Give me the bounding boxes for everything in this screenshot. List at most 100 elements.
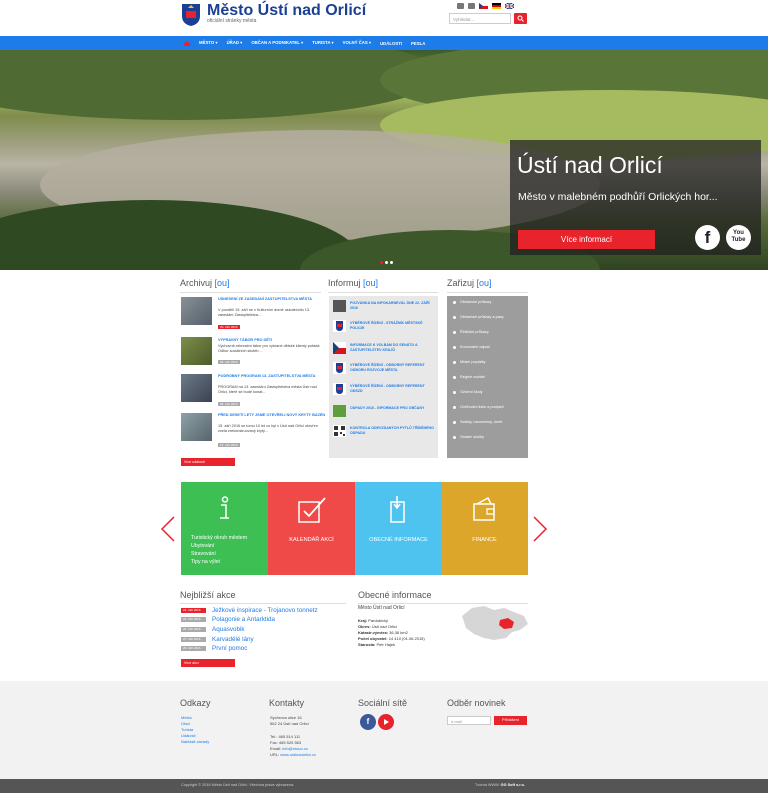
inform-item-text[interactable]: Kontrola odevzdaných PyTlů tříděného odp… bbox=[350, 426, 436, 436]
zariz-item-label[interactable]: Registr vozidel bbox=[460, 375, 485, 379]
inform-item[interactable]: Výběrové řízení - odborný referent ODSZD bbox=[333, 383, 435, 398]
archive-item[interactable]: USNESENÍ ZE ZASEDÁNÍ ZASTUPITELSTVA MĚST… bbox=[181, 297, 331, 329]
event-item[interactable]: 27. září 2016 Karvadělé lány bbox=[181, 636, 254, 643]
inform-item[interactable]: Kontrola odevzdaných PyTlů tříděného odp… bbox=[333, 425, 435, 440]
tourist-link[interactable]: Ubytování bbox=[191, 542, 247, 550]
zariz-item[interactable]: Občanské průkazy bbox=[453, 300, 491, 304]
tile-tourist[interactable]: Turistický okruh městem Ubytování Stravo… bbox=[181, 482, 268, 575]
email-link[interactable]: info@muuo.cz bbox=[282, 746, 308, 751]
checkbox-icon bbox=[298, 497, 326, 523]
contact-address: Sychrova ulice 16 bbox=[270, 715, 302, 720]
zariz-item[interactable]: Svatby, narozeniny, úmrtí bbox=[453, 420, 503, 424]
inform-item[interactable]: Výběrové řízení - odborný referent odbor… bbox=[333, 362, 435, 377]
nav-item-mesto[interactable]: Město ▾ bbox=[199, 40, 218, 46]
inform-item[interactable]: Informace k volbám do senátu a zastupite… bbox=[333, 342, 435, 357]
archive-item[interactable]: PŘED DESETI LETY JSME OTEVŘELI NOVÝ KRYT… bbox=[181, 413, 331, 447]
event-name[interactable]: První pomoc bbox=[212, 645, 247, 652]
archive-item[interactable]: PODROBNÝ PROGRAM 13. ZASTUPITELSTVA MĚST… bbox=[181, 374, 331, 406]
nav-item-obcan[interactable]: Občan a podnikatel ▾ bbox=[251, 40, 303, 46]
zariz-item[interactable]: Ostatní služby bbox=[453, 435, 484, 439]
youtube-icon[interactable] bbox=[378, 714, 394, 730]
zariz-item-label[interactable]: Oživení školy bbox=[460, 390, 483, 394]
chevron-right-icon[interactable] bbox=[532, 516, 548, 542]
inform-item-text[interactable]: Odpady 2016 - informace pro občany bbox=[350, 406, 436, 411]
tile-finance[interactable]: Finance bbox=[441, 482, 528, 575]
inform-item-text[interactable]: Pozvánka na infokarnevál dne 22. září 20… bbox=[350, 301, 436, 311]
zariz-item[interactable]: Komunální odpad bbox=[453, 345, 490, 349]
youtube-icon[interactable] bbox=[468, 3, 475, 9]
inform-item[interactable]: Výběrové řízení - strážník městské polic… bbox=[333, 320, 435, 335]
footer-link[interactable]: Úřad bbox=[181, 721, 190, 726]
zariz-item-label[interactable]: Ostatní služby bbox=[460, 435, 484, 439]
slider-dot[interactable] bbox=[390, 261, 393, 264]
zariz-item[interactable]: Místní poplatky bbox=[453, 360, 486, 364]
czech-flag-icon[interactable] bbox=[479, 3, 488, 9]
inform-item-text[interactable]: Výběrové řízení - odborný referent odbor… bbox=[350, 363, 436, 373]
newsletter-subscribe-button[interactable]: Přihlášení bbox=[494, 716, 527, 725]
tourist-link[interactable]: Stravování bbox=[191, 550, 247, 558]
uk-flag-icon[interactable] bbox=[505, 3, 514, 9]
archive-item-title[interactable]: PŘED DESETI LETY JSME OTEVŘELI NOVÝ KRYT… bbox=[218, 413, 326, 418]
footer-link[interactable]: Události bbox=[181, 733, 195, 738]
nav-item-turista[interactable]: Turista ▾ bbox=[312, 40, 334, 46]
creator-link[interactable]: GG Soft s.r.o. bbox=[501, 783, 525, 787]
inform-item-text[interactable]: Výběrové řízení - strážník městské polic… bbox=[350, 321, 436, 331]
zariz-item-label[interactable]: Řidičské průkazy bbox=[460, 330, 489, 334]
archive-item-title[interactable]: VÝPRAVNÝ TÁBOR PRO DĚTI bbox=[218, 338, 326, 343]
archive-item-title[interactable]: PODROBNÝ PROGRAM 13. ZASTUPITELSTVA MĚST… bbox=[218, 374, 326, 379]
search-button[interactable] bbox=[514, 13, 527, 24]
event-item[interactable]: 22. září 2016 Ježkové inspirace - Trojan… bbox=[181, 607, 318, 614]
tourist-link[interactable]: Turistický okruh městem bbox=[191, 534, 247, 542]
nav-item-volny-cas[interactable]: Volný čas ▾ bbox=[343, 40, 371, 46]
event-item[interactable]: 29. září 2016 První pomoc bbox=[181, 645, 247, 652]
footer-link[interactable]: Nahlásit závady bbox=[181, 739, 209, 744]
facebook-round-icon[interactable]: f bbox=[695, 225, 720, 250]
event-item[interactable]: 26. září 2016 Aquasvobik bbox=[181, 626, 245, 633]
german-flag-icon[interactable] bbox=[492, 3, 501, 9]
youtube-round-icon[interactable]: You Tube bbox=[726, 225, 751, 250]
zariz-item-label[interactable]: Místní poplatky bbox=[460, 360, 486, 364]
zariz-item-label[interactable]: Svatby, narozeniny, úmrtí bbox=[460, 420, 503, 424]
event-item[interactable]: 23. září 2016 Polagonie a Antarktida bbox=[181, 616, 275, 623]
inform-item[interactable]: Odpady 2016 - informace pro občany bbox=[333, 405, 435, 420]
archive-item-title[interactable]: USNESENÍ ZE ZASEDÁNÍ ZASTUPITELSTVA MĚST… bbox=[218, 297, 326, 302]
tile-calendar[interactable]: Kalendář akcí bbox=[268, 482, 355, 575]
url-link[interactable]: www.ustinadorlici.cz bbox=[280, 752, 316, 757]
more-actions-button[interactable]: Více akcí bbox=[181, 659, 235, 667]
newsletter-email-input[interactable]: e-mail bbox=[447, 716, 491, 725]
facebook-icon[interactable] bbox=[457, 3, 464, 9]
zariz-item[interactable]: Občanské průkazy a pasy bbox=[453, 315, 504, 319]
tile-general-info[interactable]: Obecné informace bbox=[355, 482, 442, 575]
nav-item-urad[interactable]: Úřad ▾ bbox=[227, 40, 243, 46]
zariz-item[interactable]: Oživení školy bbox=[453, 390, 483, 394]
zariz-item-label[interactable]: Občanské průkazy a pasy bbox=[460, 315, 504, 319]
event-name[interactable]: Aquasvobik bbox=[212, 626, 245, 633]
zariz-item[interactable]: Ověřování listin a podpisů bbox=[453, 405, 504, 409]
event-name[interactable]: Ježkové inspirace - Trojanovo tonnetz bbox=[212, 607, 318, 614]
inform-item[interactable]: Pozvánka na infokarnevál dne 22. září 20… bbox=[333, 300, 435, 315]
zariz-item[interactable]: Registr vozidel bbox=[453, 375, 485, 379]
inform-item-text[interactable]: Výběrové řízení - odborný referent ODSZD bbox=[350, 384, 436, 394]
more-info-button[interactable]: Více informací bbox=[518, 230, 655, 249]
zariz-item-label[interactable]: Ověřování listin a podpisů bbox=[460, 405, 504, 409]
footer-link[interactable]: Město bbox=[181, 715, 192, 720]
more-events-button[interactable]: Více událostí bbox=[181, 458, 235, 466]
inform-item-text[interactable]: Informace k volbám do senátu a zastupite… bbox=[350, 343, 436, 353]
slider-dot[interactable] bbox=[385, 261, 388, 264]
event-name[interactable]: Karvadělé lány bbox=[212, 636, 254, 643]
event-name[interactable]: Polagonie a Antarktida bbox=[212, 616, 275, 623]
zariz-item-label[interactable]: Občanské průkazy bbox=[460, 300, 491, 304]
slider-dot[interactable] bbox=[380, 261, 383, 264]
nav-item-udalosti[interactable]: Události bbox=[380, 41, 402, 46]
tourist-link[interactable]: Tipy na výlet bbox=[191, 558, 247, 566]
footer-link[interactable]: Turista bbox=[181, 727, 193, 732]
zariz-item-label[interactable]: Komunální odpad bbox=[460, 345, 490, 349]
chevron-left-icon[interactable] bbox=[160, 516, 176, 542]
facebook-icon[interactable]: f bbox=[360, 714, 376, 730]
archive-item[interactable]: VÝPRAVNÝ TÁBOR PRO DĚTI Výchovně-rekreač… bbox=[181, 337, 331, 369]
city-crest-logo[interactable] bbox=[181, 3, 201, 27]
nav-item-pesla[interactable]: Pesla bbox=[411, 41, 425, 46]
home-icon[interactable] bbox=[184, 40, 190, 46]
search-input[interactable]: Vyhledat... bbox=[449, 13, 511, 24]
zariz-item[interactable]: Řidičské průkazy bbox=[453, 330, 489, 334]
